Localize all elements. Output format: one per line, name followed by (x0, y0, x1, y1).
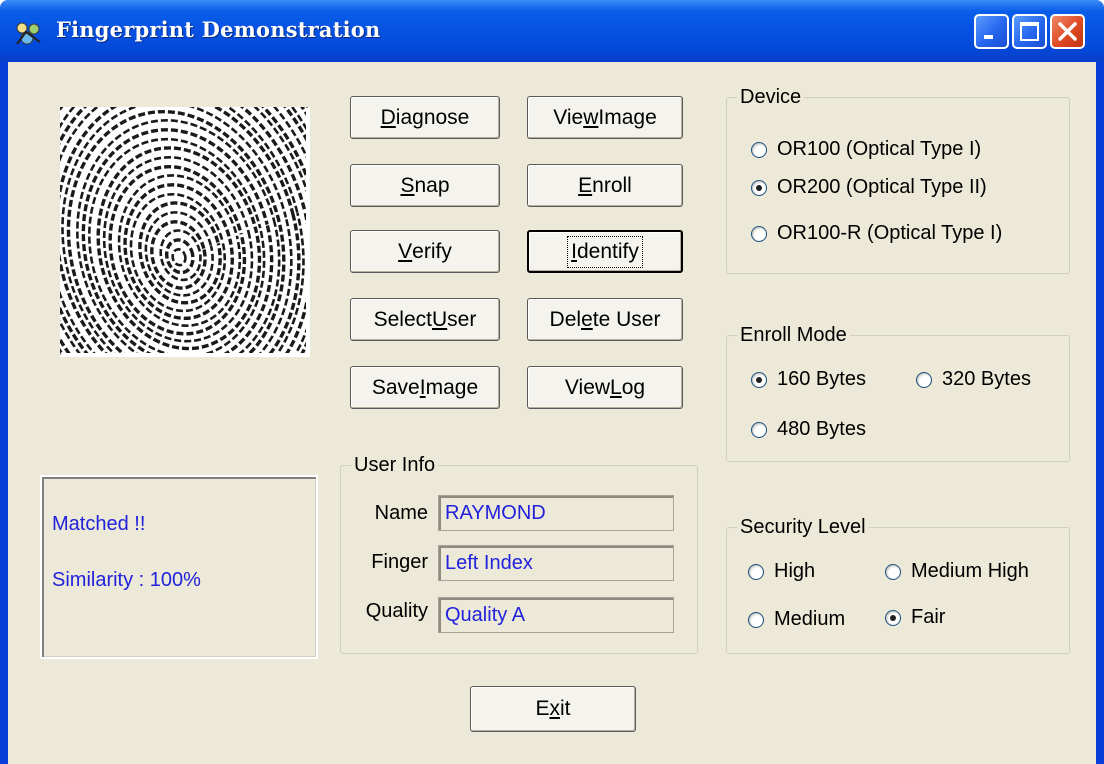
device-option-or200[interactable]: OR200 (Optical Type II) (751, 176, 987, 199)
app-window: Fingerprint Demonstration Matched !! Sim… (0, 0, 1104, 764)
finger-label: Finger (371, 551, 428, 573)
radio-button-icon (751, 421, 767, 438)
radio-button-selected-icon (751, 371, 767, 388)
fingerprint-image-frame (60, 107, 310, 357)
fingerprint-app-icon (16, 22, 41, 45)
quality-field: Quality A (438, 597, 674, 633)
fingerprint-image (60, 107, 306, 353)
view-image-button[interactable]: Vie w Image (527, 96, 683, 139)
security-medium[interactable]: Medium (748, 608, 845, 631)
finger-field: Left Index (438, 545, 674, 581)
enroll-mode-group: Enroll Mode (726, 324, 1070, 462)
radio-button-icon (885, 563, 901, 580)
client-area: Matched !! Similarity : 100% Diagnose Sn… (8, 62, 1096, 764)
radio-button-icon (748, 611, 764, 628)
name-field: RAYMOND (438, 495, 674, 531)
enroll-mode-480[interactable]: 480 Bytes (751, 418, 866, 441)
enroll-mode-320[interactable]: 320 Bytes (916, 368, 1031, 391)
device-option-or100[interactable]: OR100 (Optical Type I) (751, 138, 981, 161)
user-info-legend: User Info (354, 454, 436, 476)
radio-button-icon (748, 563, 764, 580)
radio-button-icon (916, 371, 932, 388)
radio-button-selected-icon (885, 609, 901, 626)
match-status-text: Matched !! (52, 513, 146, 535)
security-fair[interactable]: Fair (885, 606, 945, 629)
verify-button[interactable]: Verify (350, 230, 500, 273)
match-status-box: Matched !! Similarity : 100% (40, 475, 318, 659)
security-high[interactable]: High (748, 560, 815, 583)
radio-button-icon (751, 141, 767, 158)
save-image-button[interactable]: Save Image (350, 366, 500, 409)
maximize-icon (1020, 22, 1039, 41)
close-button[interactable] (1050, 14, 1085, 49)
radio-button-icon (751, 225, 767, 242)
enroll-mode-160[interactable]: 160 Bytes (751, 368, 866, 391)
select-user-button[interactable]: Select User (350, 298, 500, 341)
device-option-or100r[interactable]: OR100-R (Optical Type I) (751, 222, 1002, 245)
window-title: Fingerprint Demonstration (56, 17, 381, 42)
minimize-button[interactable] (974, 14, 1009, 49)
name-label: Name (374, 502, 428, 524)
quality-label: Quality (365, 600, 428, 622)
device-legend: Device (740, 86, 802, 108)
security-level-legend: Security Level (740, 516, 866, 538)
view-log-button[interactable]: View Log (527, 366, 683, 409)
enroll-mode-legend: Enroll Mode (740, 324, 847, 346)
minimize-icon (984, 35, 993, 39)
diagnose-button[interactable]: Diagnose (350, 96, 500, 139)
security-medium-high[interactable]: Medium High (885, 560, 1029, 583)
enroll-button[interactable]: Enroll (527, 164, 683, 207)
title-bar[interactable]: Fingerprint Demonstration (0, 0, 1104, 62)
close-icon (1058, 22, 1077, 41)
delete-user-button[interactable]: Del e te User (527, 298, 683, 341)
exit-button[interactable]: Ex it (470, 686, 636, 732)
identify-button[interactable]: Identify (527, 230, 683, 273)
similarity-text: Similarity : 100% (52, 569, 201, 591)
snap-button[interactable]: Snap (350, 164, 500, 207)
radio-button-selected-icon (751, 179, 767, 196)
maximize-button[interactable] (1012, 14, 1047, 49)
security-level-group: Security Level (726, 516, 1070, 654)
